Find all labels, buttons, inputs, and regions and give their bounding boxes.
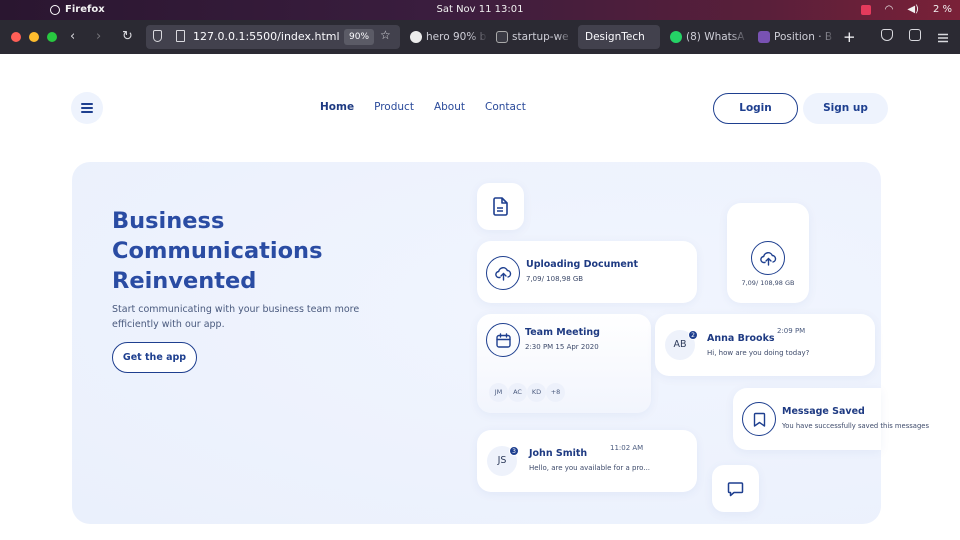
wifi-icon[interactable]: ◠ xyxy=(885,4,894,16)
hero-title-line: Business xyxy=(112,208,225,234)
meeting-time: 2:30 PM 15 Apr 2020 xyxy=(525,343,599,351)
meeting-title: Team Meeting xyxy=(525,327,600,338)
zoom-indicator[interactable]: 90% xyxy=(344,29,375,45)
document-icon xyxy=(492,197,509,220)
hero-subtitle: Start communicating with your business t… xyxy=(112,304,360,330)
upload-size: 7,09/ 108,98 GB xyxy=(526,275,584,283)
new-tab-button[interactable]: + xyxy=(843,28,856,46)
tab-startup[interactable]: startup-we xyxy=(490,25,574,49)
message-saved-card[interactable]: Message Saved xyxy=(733,388,881,450)
main-nav: Home Product About Contact xyxy=(320,101,526,113)
minimize-window-button[interactable] xyxy=(29,32,39,42)
shield-icon[interactable] xyxy=(153,30,162,42)
chat-card-anna[interactable]: AB 2 Anna Brooks 2:09 PM Hi, how are you… xyxy=(655,314,875,376)
cloud-upload-icon xyxy=(751,241,785,275)
page-icon[interactable] xyxy=(176,30,185,42)
upload-card[interactable]: Uploading Document 7,09/ 108,98 GB xyxy=(477,241,697,303)
contact-name: Anna Brooks xyxy=(707,333,775,344)
url-text[interactable]: 127.0.0.1:5500/index.html xyxy=(193,30,340,43)
page-icon xyxy=(496,31,508,43)
upload-size: 7,09/ 108,98 GB xyxy=(741,279,795,287)
cloud-upload-icon xyxy=(486,256,520,290)
hero-title-line: Reinvented xyxy=(112,268,257,294)
tab-github[interactable]: hero 90% b xyxy=(404,25,488,49)
os-menu-bar: Firefox Sat Nov 11 13:01 ◠ ◀) 2 % xyxy=(0,0,960,20)
tab-label: DesignTech xyxy=(585,31,645,43)
menu-line xyxy=(81,111,93,113)
chat-tile[interactable] xyxy=(712,465,759,512)
attendee-avatar[interactable]: JM xyxy=(489,383,508,402)
document-tile[interactable] xyxy=(477,183,524,230)
tab-position[interactable]: Position · B xyxy=(752,25,836,49)
message-time: 11:02 AM xyxy=(610,444,644,452)
message-time: 2:09 PM xyxy=(777,327,806,335)
chat-bubble-icon xyxy=(727,481,744,501)
close-window-button[interactable] xyxy=(11,32,21,42)
tab-whatsapp[interactable]: (8) WhatsA xyxy=(664,25,748,49)
saved-title: Message Saved xyxy=(782,406,865,417)
github-icon xyxy=(410,31,422,43)
hamburger-menu-button[interactable] xyxy=(71,92,103,124)
bookmark-star-icon[interactable]: ☆ xyxy=(380,28,391,42)
nav-contact[interactable]: Contact xyxy=(485,101,526,113)
reload-button[interactable]: ↻ xyxy=(122,27,133,47)
nav-home[interactable]: Home xyxy=(320,101,354,113)
status-area: ◠ ◀) 2 % xyxy=(860,4,952,16)
menu-line xyxy=(81,103,93,105)
upload-title: Uploading Document xyxy=(526,259,639,270)
battery-percentage[interactable]: 2 % xyxy=(933,4,952,16)
calendar-icon xyxy=(486,323,520,357)
clock[interactable]: Sat Nov 11 13:01 xyxy=(0,4,960,16)
unread-badge: 3 xyxy=(509,446,519,456)
tab-designtech[interactable]: DesignTech xyxy=(578,25,660,49)
extension-icon[interactable] xyxy=(860,5,871,15)
signup-button[interactable]: Sign up xyxy=(803,93,888,124)
back-button[interactable]: ‹ xyxy=(70,27,75,47)
hero-title-line: Communications xyxy=(112,238,323,264)
contact-name: John Smith xyxy=(529,448,588,459)
nav-about[interactable]: About xyxy=(434,101,465,113)
bookmark-icon xyxy=(742,402,776,436)
meeting-card[interactable]: Team Meeting 2:30 PM 15 Apr 2020 JM AC K… xyxy=(477,314,651,413)
bootstrap-icon xyxy=(758,31,770,43)
pocket-icon[interactable] xyxy=(881,29,893,41)
whatsapp-icon xyxy=(670,31,682,43)
menu-line xyxy=(81,107,93,109)
volume-icon[interactable]: ◀) xyxy=(907,4,919,16)
get-the-app-button[interactable]: Get the app xyxy=(112,342,197,373)
hero-title: Business Communications Reinvented xyxy=(112,206,352,296)
address-bar[interactable]: 127.0.0.1:5500/index.html 90% ☆ xyxy=(146,25,400,49)
unread-badge: 2 xyxy=(688,330,698,340)
more-attendees-badge[interactable]: +8 xyxy=(546,383,565,402)
zoom-window-button[interactable] xyxy=(47,32,57,42)
menu-icon[interactable] xyxy=(937,29,949,43)
chat-card-john[interactable]: JS 3 John Smith 11:02 AM Hello, are you … xyxy=(477,430,697,492)
message-preview: Hi, how are you doing today? xyxy=(707,349,810,357)
browser-toolbar: ‹ › ↻ 127.0.0.1:5500/index.html 90% ☆ he… xyxy=(0,20,960,54)
attendee-avatar[interactable]: KD xyxy=(527,383,546,402)
extensions-icon[interactable] xyxy=(909,29,921,41)
saved-message: You have successfully saved this message… xyxy=(782,422,929,430)
message-preview: Hello, are you available for a pro... xyxy=(529,464,651,472)
forward-button[interactable]: › xyxy=(96,27,101,47)
login-button[interactable]: Login xyxy=(713,93,798,124)
upload-status-card[interactable]: 7,09/ 108,98 GB xyxy=(727,203,809,303)
attendee-avatar[interactable]: AC xyxy=(508,383,527,402)
nav-product[interactable]: Product xyxy=(374,101,414,113)
